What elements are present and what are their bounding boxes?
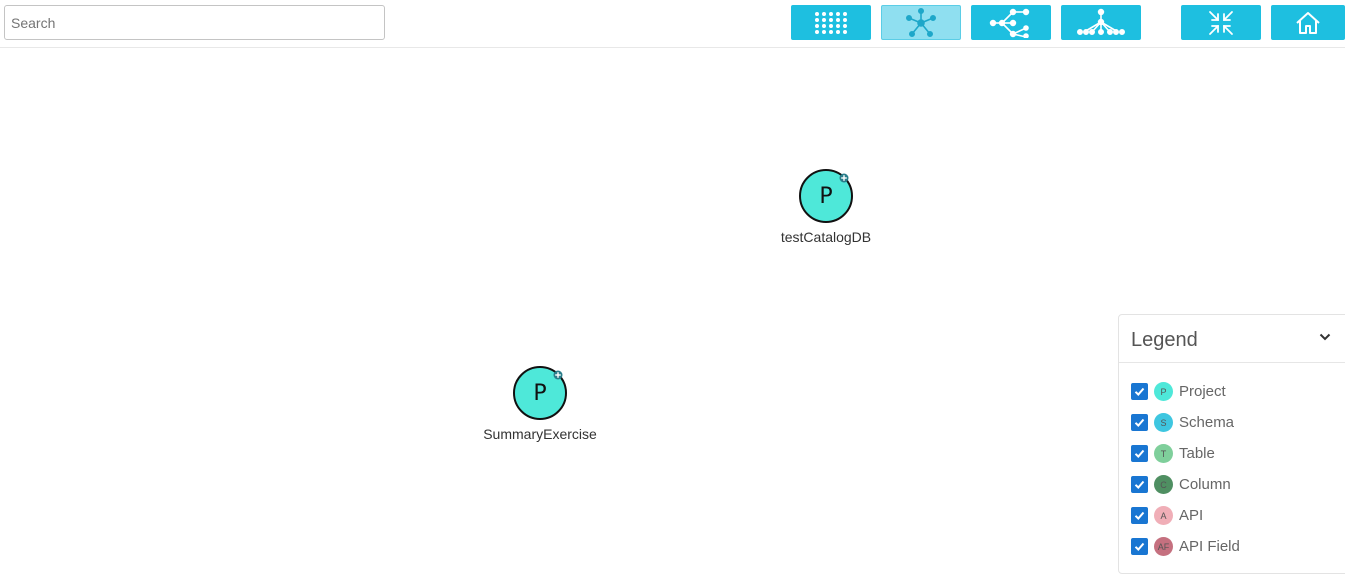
- legend-type-badge: P: [1154, 382, 1173, 401]
- toolbar: [0, 0, 1345, 48]
- collapse-button[interactable]: [1181, 5, 1261, 40]
- graph-node-summaryexercise[interactable]: P SummaryExercise: [460, 366, 620, 442]
- home-icon: [1296, 11, 1320, 34]
- legend-checkbox[interactable]: [1131, 476, 1148, 493]
- project-node-circle[interactable]: P: [799, 169, 853, 223]
- node-label: SummaryExercise: [483, 426, 597, 442]
- chevron-down-icon[interactable]: [1319, 333, 1331, 341]
- collapse-icon: [1209, 10, 1233, 35]
- check-icon: [1134, 480, 1145, 489]
- legend-type-badge: T: [1154, 444, 1173, 463]
- check-icon: [1134, 542, 1145, 551]
- check-icon: [1134, 387, 1145, 396]
- tree-horizontal-layout-button[interactable]: [971, 5, 1051, 40]
- legend-checkbox[interactable]: [1131, 538, 1148, 555]
- legend-header[interactable]: Legend: [1119, 315, 1345, 363]
- legend-item-schema[interactable]: S Schema: [1119, 407, 1345, 438]
- expand-plus-icon[interactable]: [553, 370, 563, 380]
- force-layout-button[interactable]: [881, 5, 961, 40]
- legend-title: Legend: [1131, 329, 1198, 351]
- tree-vertical-layout-button[interactable]: [1061, 5, 1141, 40]
- legend-item-table[interactable]: T Table: [1119, 438, 1345, 469]
- legend-item-label: Table: [1179, 445, 1215, 462]
- legend-item-label: Column: [1179, 476, 1231, 493]
- legend-type-badge: A: [1154, 506, 1173, 525]
- legend-item-label: Schema: [1179, 414, 1235, 431]
- legend-list: P Project S Schema T Table C Column A API AF API Fi…: [1119, 363, 1345, 562]
- legend-item-api[interactable]: A API: [1119, 500, 1345, 531]
- grid-layout-icon: [815, 11, 847, 34]
- legend-item-column[interactable]: C Column: [1119, 469, 1345, 500]
- check-icon: [1134, 449, 1145, 458]
- check-icon: [1134, 418, 1145, 427]
- home-button[interactable]: [1271, 5, 1345, 40]
- legend-type-badge: S: [1154, 413, 1173, 432]
- tree-vertical-layout-icon: [1076, 8, 1125, 35]
- node-label: testCatalogDB: [780, 229, 872, 245]
- search-input[interactable]: [4, 5, 385, 40]
- legend-checkbox[interactable]: [1131, 414, 1148, 431]
- force-layout-icon: [905, 7, 936, 37]
- legend-item-label: Project: [1179, 383, 1226, 400]
- node-type-letter: P: [819, 183, 833, 209]
- legend-panel: Legend P Project S Schema T Table C Column A API A…: [1118, 314, 1345, 574]
- graph-node-testcatalogdb[interactable]: P testCatalogDB: [746, 169, 906, 245]
- legend-item-project[interactable]: P Project: [1119, 376, 1345, 407]
- grid-layout-button[interactable]: [791, 5, 871, 40]
- legend-checkbox[interactable]: [1131, 507, 1148, 524]
- tree-horizontal-layout-icon: [989, 8, 1030, 38]
- legend-item-label: API: [1179, 507, 1204, 524]
- legend-type-badge: C: [1154, 475, 1173, 494]
- expand-plus-icon[interactable]: [839, 173, 849, 183]
- legend-checkbox[interactable]: [1131, 383, 1148, 400]
- project-node-circle[interactable]: P: [513, 366, 567, 420]
- legend-item-api-field[interactable]: AF API Field: [1119, 531, 1345, 562]
- node-type-letter: P: [533, 380, 547, 406]
- legend-checkbox[interactable]: [1131, 445, 1148, 462]
- legend-type-badge: AF: [1154, 537, 1173, 556]
- legend-item-label: API Field: [1179, 538, 1240, 555]
- check-icon: [1134, 511, 1145, 520]
